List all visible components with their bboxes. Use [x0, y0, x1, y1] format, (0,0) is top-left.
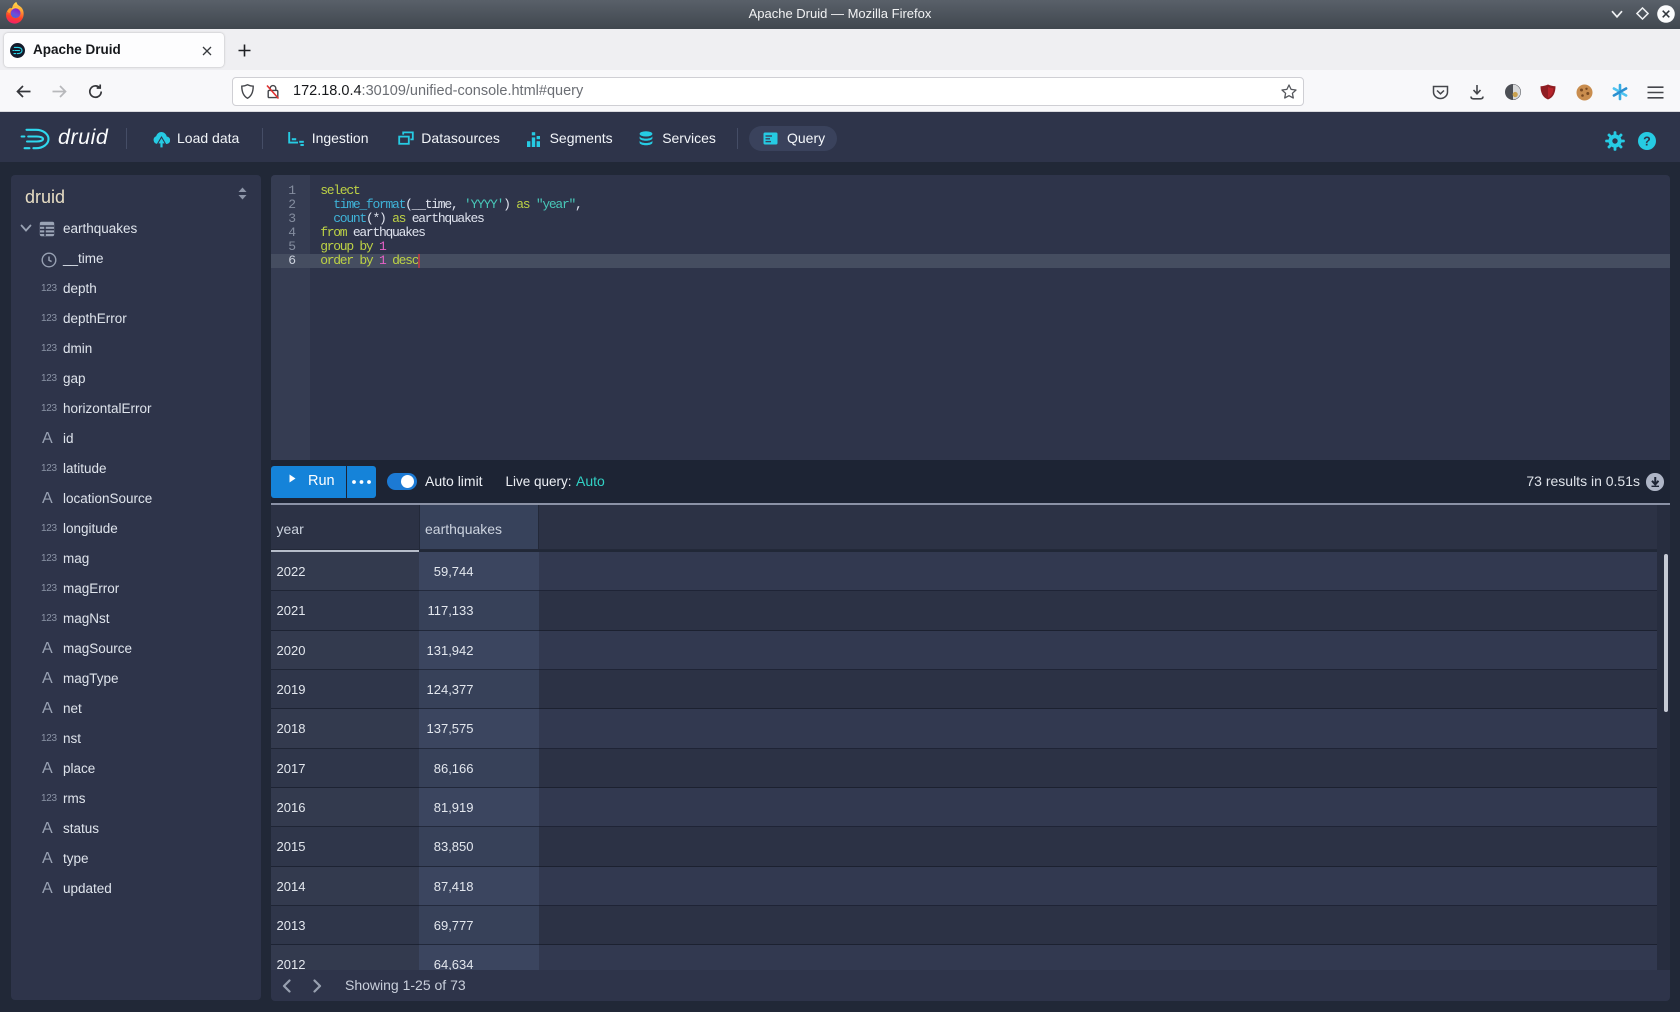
svg-text:?: ?	[1643, 135, 1651, 149]
